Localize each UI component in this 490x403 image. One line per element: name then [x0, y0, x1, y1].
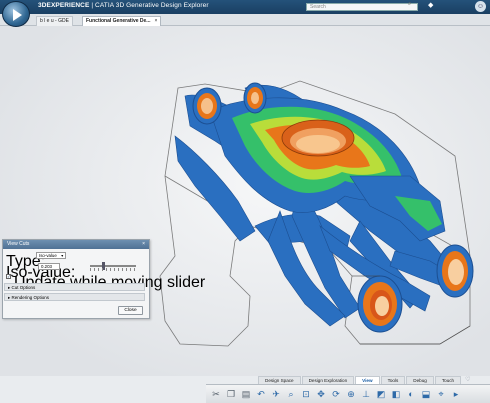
section-view-icon[interactable]: ⬓: [420, 388, 432, 400]
panel-close-icon[interactable]: ×: [142, 240, 145, 249]
ribbon-tab-bar: Design Space Design Exploration View Too…: [258, 376, 471, 384]
tab-design-space[interactable]: Design Space: [258, 376, 301, 384]
search-input[interactable]: Search: [306, 3, 418, 11]
view-cube-icon[interactable]: ◩: [375, 388, 387, 400]
3d-viewport[interactable]: [0, 26, 490, 376]
slider-ticks: [90, 268, 136, 271]
update-while-moving-checkbox[interactable]: ✓: [6, 274, 11, 279]
expand-arrow-icon: ▸: [8, 285, 11, 290]
panel-title-bar[interactable]: View Cuts ×: [3, 240, 149, 249]
copy-icon[interactable]: ❐: [225, 388, 237, 400]
chevron-down-icon: ▼: [60, 254, 64, 258]
profile-icon[interactable]: ☺: [475, 1, 486, 12]
close-button[interactable]: Close: [118, 306, 143, 315]
close-tab-icon[interactable]: ×: [154, 18, 157, 24]
top-bar: 3DEXPERIENCE | CATIA 3D Generative Desig…: [0, 0, 490, 14]
type-select[interactable]: Iso-value ▼: [36, 252, 66, 259]
rendering-options-section[interactable]: ▸ Rendering Options: [4, 293, 145, 301]
panel-title: View Cuts: [7, 241, 30, 247]
favorite-heart-icon[interactable]: ♡: [465, 376, 470, 384]
tab-touch[interactable]: Touch: [434, 376, 462, 384]
cut-options-section[interactable]: ▸ Cut Options: [4, 283, 145, 291]
tab-functional-generative-design[interactable]: Functional Generative De... ×: [82, 16, 162, 26]
tab-view[interactable]: View: [355, 376, 380, 384]
paste-icon[interactable]: ▤: [240, 388, 252, 400]
fit-all-icon[interactable]: ⊡: [300, 388, 312, 400]
measure-icon[interactable]: ⌖: [435, 388, 447, 400]
tab-design-exploration[interactable]: Design Exploration: [301, 376, 355, 384]
zoom-in-out-icon[interactable]: ⊕: [345, 388, 357, 400]
generative-part-model: [159, 80, 474, 347]
tab-bleu-gde[interactable]: b l e u - GDE: [36, 16, 73, 26]
hide-show-icon[interactable]: ◐: [405, 388, 417, 400]
tag-icon[interactable]: ◆: [428, 2, 433, 10]
action-toolbar: ✂ ❐ ▤ ↶ ✈ ⌕ ⊡ ✥ ⟳ ⊕ ⊥ ◩ ◧ ◐ ⬓ ⌖ ▸: [206, 384, 490, 403]
tab-tools[interactable]: Tools: [380, 376, 406, 384]
pan-icon[interactable]: ✥: [315, 388, 327, 400]
render-style-icon[interactable]: ◧: [390, 388, 402, 400]
iso-value-field[interactable]: 0.203: [38, 263, 60, 270]
document-tab-bar: b l e u - GDE Functional Generative De..…: [0, 14, 490, 26]
undo-icon[interactable]: ↶: [255, 388, 267, 400]
fly-mode-icon[interactable]: ✈: [270, 388, 282, 400]
rotate-icon[interactable]: ⟳: [330, 388, 342, 400]
cut-icon[interactable]: ✂: [210, 388, 222, 400]
more-tools-icon[interactable]: ▸: [450, 388, 462, 400]
iso-value-slider[interactable]: [90, 265, 136, 267]
expand-arrow-icon: ▸: [8, 295, 11, 300]
search-icon[interactable]: ⌕: [408, 1, 411, 8]
zoom-icon[interactable]: ⌕: [285, 388, 297, 400]
normal-view-icon[interactable]: ⊥: [360, 388, 372, 400]
app-title: 3DEXPERIENCE | CATIA 3D Generative Desig…: [38, 2, 209, 9]
compass-play-icon[interactable]: [2, 1, 30, 27]
tab-debug[interactable]: Debug: [406, 376, 434, 384]
